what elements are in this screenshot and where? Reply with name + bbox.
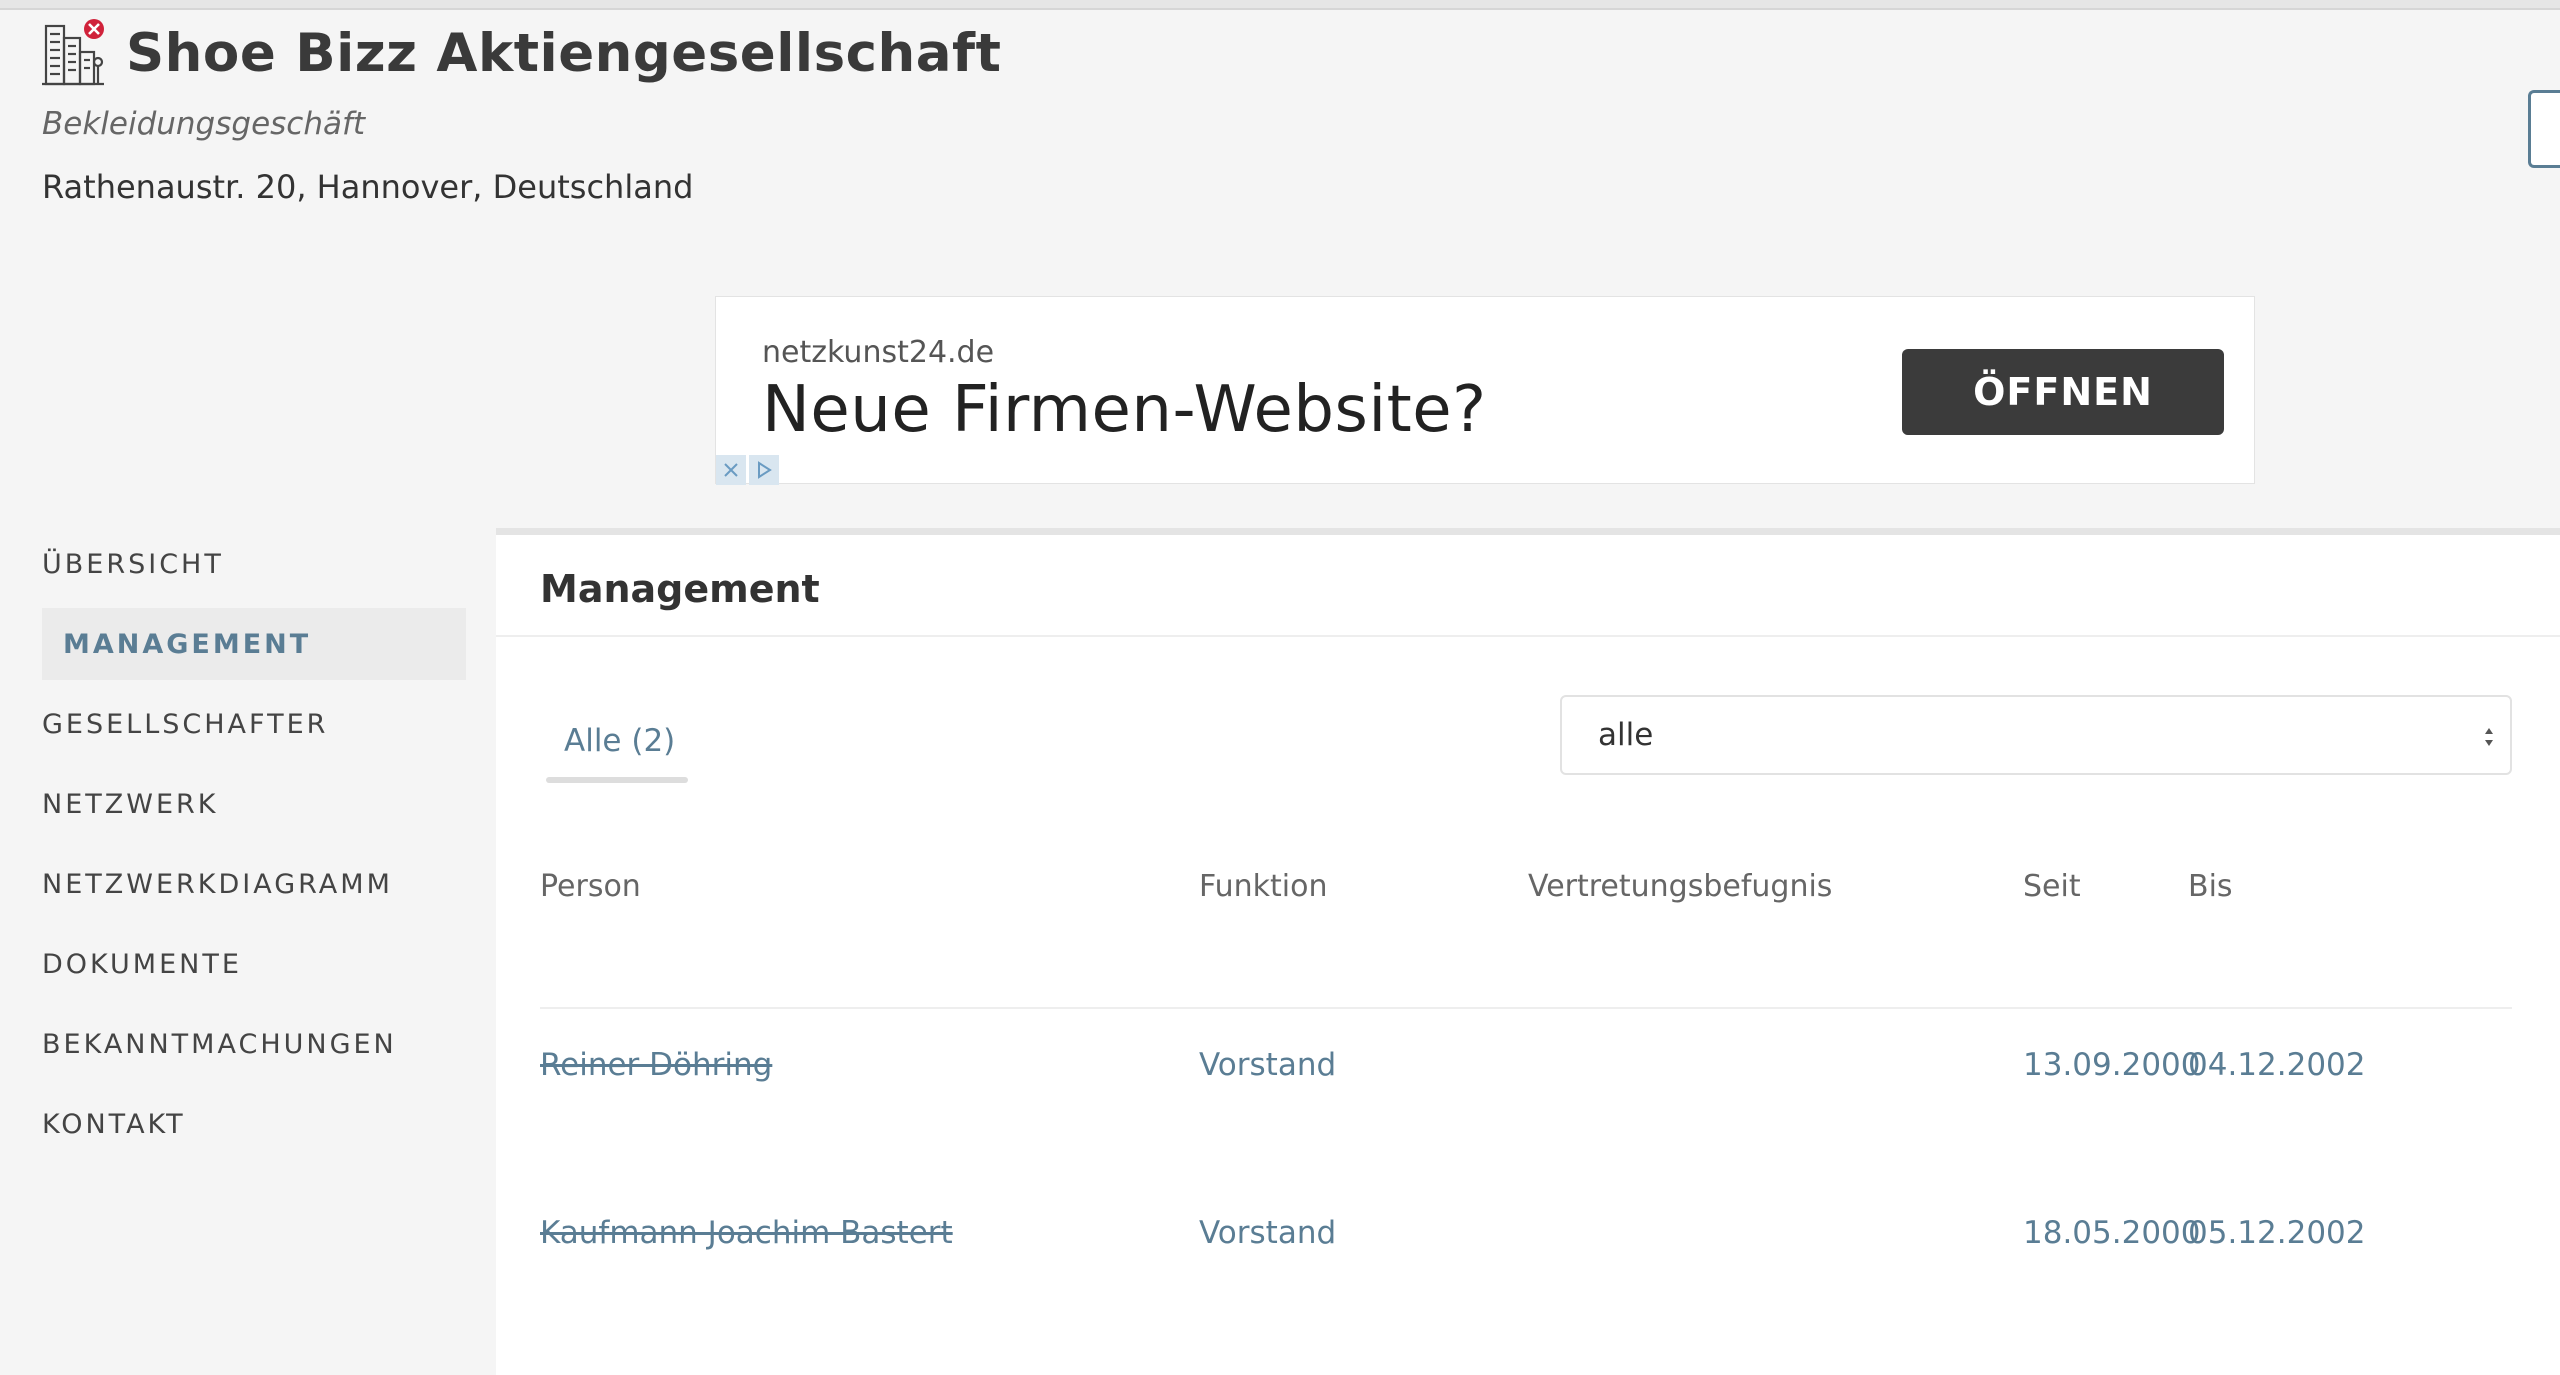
person-link[interactable]: Kaufmann Joachim Bastert [540, 1215, 953, 1251]
title-divider [496, 635, 2560, 637]
function-filter-value: alle [1598, 717, 1654, 753]
sidebar-item-gesellschafter[interactable]: GESELLSCHAFTER [42, 688, 466, 760]
company-type: Bekleidungsgeschäft [42, 106, 366, 142]
company-address: Rathenaustr. 20, Hannover, Deutschland [42, 168, 694, 206]
ad-headline: Neue Firmen-Website? [762, 373, 1487, 447]
until-cell: 05.12.2002 [2188, 1215, 2366, 1251]
ad-domain: netzkunst24.de [762, 335, 995, 370]
advertisement-banner[interactable]: netzkunst24.de Neue Firmen-Website? ÖFFN… [715, 296, 2255, 485]
function-cell: Vorstand [1199, 1047, 1337, 1083]
sidebar-item-management[interactable]: MANAGEMENT [42, 608, 466, 680]
since-cell: 18.05.2000 [2023, 1215, 2201, 1251]
sidebar-item-dokumente[interactable]: DOKUMENTE [42, 928, 466, 1000]
function-filter-select[interactable]: alle [1560, 695, 2512, 775]
sidebar-item-bekanntmachungen[interactable]: BEKANNTMACHUNGEN [42, 1008, 466, 1080]
main-panel: Management Alle (2) alle Person Funktion… [496, 528, 2560, 1375]
header-divider [540, 1007, 2512, 1009]
column-header-person: Person [540, 869, 641, 904]
side-action-button[interactable] [2528, 90, 2560, 168]
company-header: Shoe Bizz Aktiengesellschaft Bekleidungs… [42, 18, 1001, 206]
until-cell: 04.12.2002 [2188, 1047, 2366, 1083]
tab-alle[interactable]: Alle (2) [546, 723, 693, 769]
sidebar-item-netzwerkdiagramm[interactable]: NETZWERKDIAGRAMM [42, 848, 466, 920]
person-link[interactable]: Reiner Döhring [540, 1047, 772, 1083]
column-header-bis: Bis [2188, 869, 2233, 904]
ad-open-button[interactable]: ÖFFNEN [1902, 349, 2224, 435]
top-border [0, 0, 2560, 10]
column-header-vertretungsbefugnis: Vertretungsbefugnis [1528, 869, 1833, 904]
tab-underline [546, 777, 688, 783]
ad-close-icon[interactable] [716, 455, 746, 485]
building-inactive-icon [42, 18, 106, 88]
company-name: Shoe Bizz Aktiengesellschaft [126, 22, 1002, 84]
sidebar-nav: ÜBERSICHT MANAGEMENT GESELLSCHAFTER NETZ… [42, 528, 466, 1168]
sidebar-item-netzwerk[interactable]: NETZWERK [42, 768, 466, 840]
sidebar-item-uebersicht[interactable]: ÜBERSICHT [42, 528, 466, 600]
since-cell: 13.09.2000 [2023, 1047, 2201, 1083]
column-header-funktion: Funktion [1199, 869, 1328, 904]
sidebar-item-kontakt[interactable]: KONTAKT [42, 1088, 466, 1160]
function-cell: Vorstand [1199, 1215, 1337, 1251]
column-header-seit: Seit [2023, 869, 2081, 904]
select-arrows-icon [2485, 728, 2493, 746]
ad-choices-icon[interactable] [749, 455, 779, 485]
page-title: Management [540, 567, 820, 611]
